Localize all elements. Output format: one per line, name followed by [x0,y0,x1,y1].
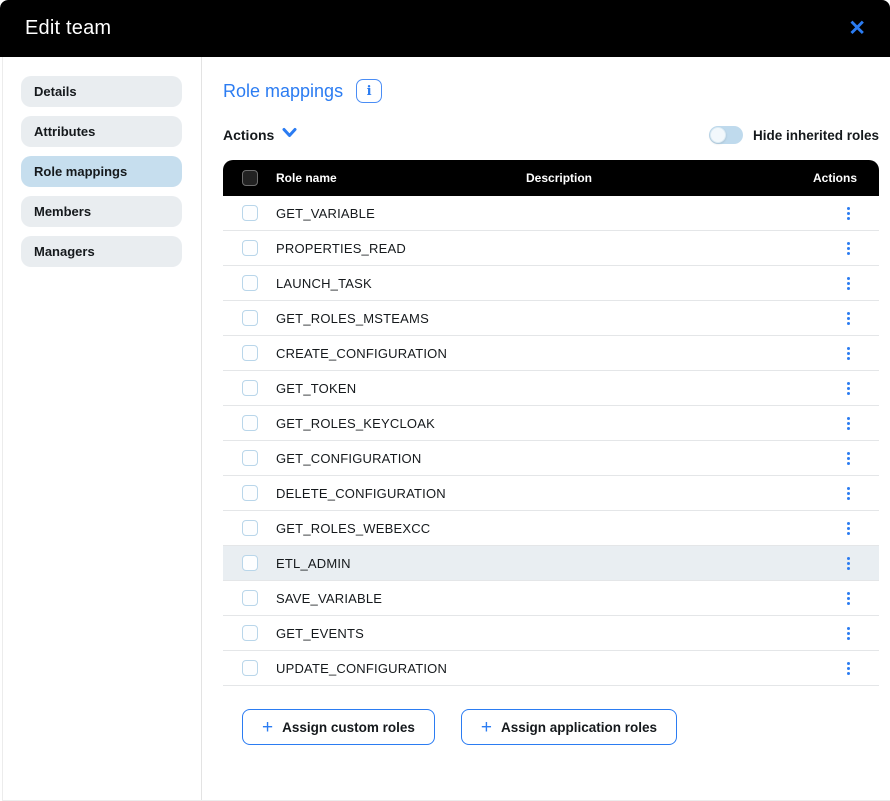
role-name: GET_TOKEN [276,381,356,396]
table-row[interactable]: GET_CONFIGURATION [223,441,879,476]
role-name: GET_ROLES_MSTEAMS [276,311,429,326]
row-checkbox[interactable] [242,275,258,291]
sidebar-item-label: Role mappings [34,164,127,179]
chevron-down-icon [282,126,297,144]
dialog-body: Details Attributes Role mappings Members… [2,57,890,801]
dialog-title: Edit team [25,17,111,40]
role-name: GET_EVENTS [276,626,364,641]
table-header: Role name Description Actions [223,160,879,196]
toggle-knob [710,127,726,143]
sidebar: Details Attributes Role mappings Members… [3,57,202,800]
row-checkbox[interactable] [242,450,258,466]
row-checkbox[interactable] [242,205,258,221]
sidebar-item-members[interactable]: Members [21,196,182,227]
row-checkbox[interactable] [242,660,258,676]
kebab-menu-icon[interactable] [844,449,853,468]
row-checkbox[interactable] [242,520,258,536]
role-name: GET_ROLES_KEYCLOAK [276,416,435,431]
actions-dropdown[interactable]: Actions [223,126,297,144]
dialog-header: Edit team ✕ [0,0,890,57]
table-row[interactable]: GET_VARIABLE [223,196,879,231]
role-name: LAUNCH_TASK [276,276,372,291]
table-row[interactable]: GET_ROLES_WEBEXCC [223,511,879,546]
table-row[interactable]: DELETE_CONFIGURATION [223,476,879,511]
table-row[interactable]: GET_ROLES_MSTEAMS [223,301,879,336]
kebab-menu-icon[interactable] [844,624,853,643]
edit-team-dialog: Edit team ✕ Details Attributes Role mapp… [0,0,890,801]
role-name: ETL_ADMIN [276,556,351,571]
row-checkbox[interactable] [242,555,258,571]
table-body: GET_VARIABLE PROPERTIES_READ LAUNCH_TASK… [223,196,879,686]
role-name: GET_ROLES_WEBEXCC [276,521,430,536]
kebab-menu-icon[interactable] [844,239,853,258]
actions-dropdown-label: Actions [223,127,274,143]
assign-custom-roles-label: Assign custom roles [282,720,415,735]
page-title: Role mappings [223,81,343,102]
roles-table: Role name Description Actions GET_VARIAB… [223,160,879,686]
role-name: UPDATE_CONFIGURATION [276,661,447,676]
table-row[interactable]: ETL_ADMIN [223,546,879,581]
heading-row: Role mappings i [223,79,879,103]
kebab-menu-icon[interactable] [844,309,853,328]
plus-icon: + [262,718,273,737]
assign-application-roles-label: Assign application roles [501,720,657,735]
kebab-menu-icon[interactable] [844,414,853,433]
row-checkbox[interactable] [242,415,258,431]
table-row[interactable]: UPDATE_CONFIGURATION [223,651,879,686]
table-row[interactable]: LAUNCH_TASK [223,266,879,301]
role-name: GET_CONFIGURATION [276,451,421,466]
sidebar-item-details[interactable]: Details [21,76,182,107]
sidebar-item-label: Details [34,84,77,99]
sidebar-item-label: Attributes [34,124,95,139]
kebab-menu-icon[interactable] [844,659,853,678]
assign-custom-roles-button[interactable]: + Assign custom roles [242,709,435,745]
kebab-menu-icon[interactable] [844,379,853,398]
table-row[interactable]: SAVE_VARIABLE [223,581,879,616]
role-name: PROPERTIES_READ [276,241,406,256]
kebab-menu-icon[interactable] [844,274,853,293]
select-all-checkbox[interactable] [242,170,258,186]
column-header-role-name: Role name [276,171,337,185]
kebab-menu-icon[interactable] [844,554,853,573]
role-name: CREATE_CONFIGURATION [276,346,447,361]
sidebar-item-attributes[interactable]: Attributes [21,116,182,147]
actions-row: Actions Hide inherited roles [223,126,879,144]
row-checkbox[interactable] [242,310,258,326]
kebab-menu-icon[interactable] [844,484,853,503]
info-icon[interactable]: i [356,79,382,103]
close-icon[interactable]: ✕ [844,16,870,41]
hide-inherited-roles-toggle[interactable] [709,126,743,144]
sidebar-item-role-mappings[interactable]: Role mappings [21,156,182,187]
sidebar-item-label: Managers [34,244,95,259]
row-checkbox[interactable] [242,345,258,361]
table-row[interactable]: GET_ROLES_KEYCLOAK [223,406,879,441]
assign-application-roles-button[interactable]: + Assign application roles [461,709,677,745]
kebab-menu-icon[interactable] [844,519,853,538]
toggle-label: Hide inherited roles [753,128,879,143]
sidebar-item-managers[interactable]: Managers [21,236,182,267]
row-checkbox[interactable] [242,240,258,256]
row-checkbox[interactable] [242,485,258,501]
kebab-menu-icon[interactable] [844,204,853,223]
table-row[interactable]: GET_TOKEN [223,371,879,406]
column-header-description: Description [526,171,592,185]
table-row[interactable]: PROPERTIES_READ [223,231,879,266]
main-content: Role mappings i Actions Hide inherited r… [202,57,890,800]
row-checkbox[interactable] [242,380,258,396]
role-name: DELETE_CONFIGURATION [276,486,446,501]
sidebar-item-label: Members [34,204,91,219]
table-row[interactable]: CREATE_CONFIGURATION [223,336,879,371]
kebab-menu-icon[interactable] [844,589,853,608]
row-checkbox[interactable] [242,590,258,606]
role-name: SAVE_VARIABLE [276,591,382,606]
hide-inherited-roles-control: Hide inherited roles [709,126,879,144]
footer-buttons: + Assign custom roles + Assign applicati… [242,709,879,745]
table-row[interactable]: GET_EVENTS [223,616,879,651]
kebab-menu-icon[interactable] [844,344,853,363]
role-name: GET_VARIABLE [276,206,375,221]
row-checkbox[interactable] [242,625,258,641]
column-header-actions: Actions [813,171,857,185]
plus-icon: + [481,718,492,737]
